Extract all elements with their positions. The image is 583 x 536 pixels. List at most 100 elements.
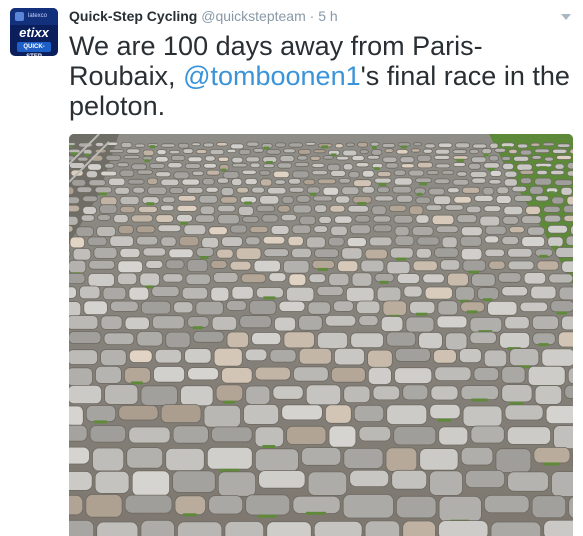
cobblestone — [195, 247, 215, 257]
cobblestone — [456, 171, 468, 177]
cobblestone — [226, 148, 237, 154]
cobblestone — [187, 316, 210, 328]
cobblestone — [419, 448, 459, 471]
user-handle[interactable]: @quickstepteam — [201, 8, 305, 24]
cobblestone — [395, 194, 414, 203]
cobblestone — [131, 163, 147, 171]
cobblestone — [470, 156, 487, 163]
cobblestone — [139, 272, 161, 287]
cobblestone — [186, 259, 209, 272]
cobblestone — [534, 385, 563, 405]
grass-tuft — [321, 145, 329, 149]
cobblestone — [124, 367, 151, 384]
cobblestone — [460, 385, 499, 401]
cobblestone — [119, 195, 140, 205]
cobblestone — [519, 169, 535, 175]
grass-tuft — [400, 145, 407, 149]
cobblestone — [381, 143, 396, 148]
cobblestone — [305, 236, 326, 249]
cobblestone — [452, 162, 467, 167]
cobblestone — [334, 143, 344, 149]
cobblestone — [322, 186, 340, 196]
cobblestone — [311, 162, 325, 168]
cobblestone — [534, 177, 553, 186]
mention-link[interactable]: @tomboonen1 — [183, 61, 361, 91]
cobblestone — [382, 300, 407, 316]
cobblestone — [118, 224, 134, 235]
cobblestone — [335, 155, 350, 161]
grass-tuft — [69, 145, 73, 149]
cobblestone — [72, 248, 92, 261]
cobblestone — [169, 187, 184, 194]
grass-tuft — [94, 420, 107, 424]
cobblestone — [253, 259, 281, 273]
cobblestone — [94, 186, 113, 194]
cobblestone — [269, 348, 297, 363]
cobblestone — [326, 163, 341, 172]
grass-tuft — [262, 445, 276, 448]
cobblestone — [393, 426, 437, 446]
cobblestone — [545, 405, 573, 424]
cobblestone — [157, 224, 182, 233]
cobblestone — [199, 205, 216, 215]
cobblestone — [444, 204, 464, 211]
cobblestone — [469, 316, 503, 333]
cobblestone — [402, 520, 436, 536]
cobblestone — [69, 259, 87, 274]
grass-tuft — [70, 152, 77, 156]
cobblestone — [142, 149, 155, 157]
cobblestone — [394, 367, 433, 384]
cobblestone — [470, 425, 505, 444]
cobblestone — [483, 494, 530, 514]
cobblestone — [441, 236, 458, 249]
cobblestone — [131, 470, 171, 497]
grass-tuft — [539, 254, 548, 258]
cobblestone — [255, 287, 284, 299]
cobblestone — [140, 300, 172, 315]
cobblestone — [126, 148, 141, 154]
cobblestone — [342, 494, 394, 519]
cobblestone — [409, 300, 436, 315]
cobblestone — [198, 194, 218, 204]
cobblestone — [215, 384, 244, 402]
cobblestone — [286, 425, 327, 445]
more-options-caret-icon[interactable] — [561, 14, 571, 20]
cobblestone — [382, 156, 398, 163]
cobblestone — [361, 169, 375, 178]
cobblestone — [352, 179, 372, 187]
cobblestone — [132, 186, 146, 194]
cobblestone — [69, 273, 86, 284]
cobblestone — [210, 286, 230, 302]
cobblestone — [69, 495, 84, 516]
cobblestone — [355, 162, 370, 168]
cobblestone — [75, 226, 94, 238]
cobblestone — [307, 471, 348, 496]
cobblestone — [394, 235, 415, 246]
cobblestone — [385, 162, 399, 169]
cobblestone — [374, 177, 392, 184]
cobblestone — [566, 170, 573, 177]
cobblestone — [246, 141, 260, 147]
cobblestone — [253, 148, 265, 153]
cobblestone — [225, 300, 247, 311]
cobblestone — [469, 171, 488, 178]
cobblestone — [251, 332, 282, 346]
cobblestone — [128, 349, 153, 363]
cobblestone — [160, 204, 175, 212]
cobblestone — [563, 214, 573, 222]
cobblestone — [256, 205, 276, 213]
cobblestone — [165, 259, 185, 270]
cobblestone — [433, 195, 452, 205]
cobblestone — [460, 248, 483, 261]
display-name[interactable]: Quick-Step Cycling — [69, 8, 197, 24]
timestamp-link[interactable]: 5 h — [318, 8, 337, 24]
cobblestone — [429, 470, 463, 496]
cobblestone — [244, 348, 268, 362]
cobblestone — [203, 162, 217, 169]
grass-tuft — [309, 192, 317, 196]
cobblestone — [85, 170, 99, 179]
cobblestone — [385, 447, 418, 472]
tweet-media-photo[interactable] — [69, 134, 573, 536]
profile-avatar[interactable]: latexco etixx QUICK-STEP — [10, 8, 58, 56]
cobblestone — [195, 300, 224, 316]
